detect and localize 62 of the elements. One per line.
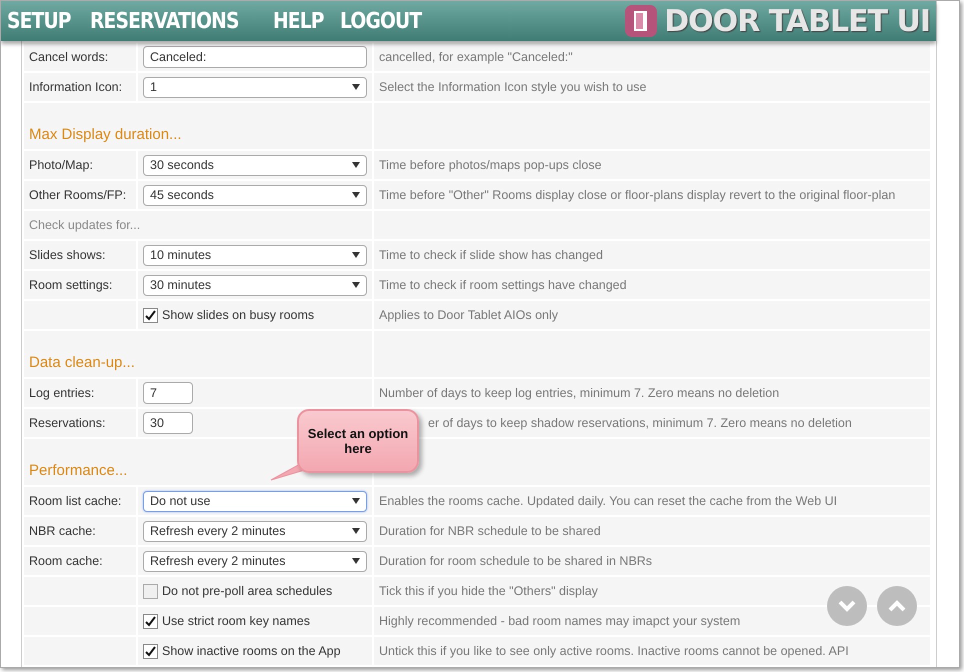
checkbox[interactable] [143,644,158,658]
dropdown[interactable]: 1 [143,76,367,98]
field-label: Log entries: [29,386,94,400]
checkbox[interactable] [143,584,158,598]
field-description: Enables the rooms cache. Updated daily. You can reset the cache from the Web UI [379,494,838,508]
section-subheading: Check updates for... [29,218,140,232]
field-description: cancelled, for example "Canceled:" [379,50,573,64]
section-heading: Data clean-up... [29,354,135,371]
input-field[interactable]: 30 [143,412,193,434]
field-description: Select the Information Icon style you wish to use [379,80,646,94]
dropdown-caret-icon [352,252,360,258]
dropdown[interactable]: 10 minutes [143,244,367,266]
input-field[interactable]: Canceled: [143,46,367,68]
field-description: Untick this if you like to see only active rooms. Inactive rooms cannot be opened. API [379,644,849,658]
dropdown-caret-icon [352,498,360,504]
dropdown-caret-icon [352,558,360,564]
field-description: Tick this if you hide the "Others" display [379,584,598,598]
dropdown[interactable]: 45 seconds [143,184,367,206]
field-description: Time to check if room settings have changed [379,278,627,292]
field-label: Information Icon: [29,80,122,94]
field-description: Highly recommended - bad room names may imapct your system [379,614,740,628]
brand-title: DOOR TABLET UI [664,4,930,38]
section-heading: Performance... [29,462,128,479]
field-label: Reservations: [29,416,106,430]
field-description: Duration for NBR schedule to be shared [379,524,601,538]
dropdown-caret-icon [352,84,360,90]
field-label: NBR cache: [29,524,96,538]
input-field[interactable]: 7 [143,382,193,404]
field-label: Photo/Map: [29,158,93,172]
checkbox-label: Use strict room key names [162,613,310,629]
dropdown[interactable]: Refresh every 2 minutes [143,550,367,572]
field-description: Number of days to keep log entries, minimum 7. Zero means no deletion [379,386,780,400]
chevron-up-icon [888,600,906,612]
field-label: Cancel words: [29,50,108,64]
field-description: Time before photos/maps pop-ups close [379,158,602,172]
chevron-down-icon [838,600,856,612]
callout-tooltip: Select an option here [297,409,419,473]
checkbox[interactable] [143,614,158,628]
section-heading: Max Display duration... [29,126,182,143]
field-label: Slides shows: [29,248,106,262]
dropdown[interactable]: Do not use [143,490,367,512]
dropdown-caret-icon [352,528,360,534]
field-label: Other Rooms/FP: [29,188,126,202]
field-label: Room cache: [29,554,103,568]
field-description: er of days to keep shadow reservations, minimum 7. Zero means no deletion [428,416,852,430]
door-logo-icon [624,4,658,38]
field-description: Duration for room schedule to be shared in NBRs [379,554,652,568]
field-label: Room list cache: [29,494,122,508]
checkbox-label: Do not pre-poll area schedules [162,583,332,599]
checkbox-label: Show slides on busy rooms [162,307,314,323]
dropdown-caret-icon [352,192,360,198]
field-description: Applies to Door Tablet AIOs only [379,308,558,322]
dropdown-caret-icon [352,162,360,168]
dropdown[interactable]: 30 seconds [143,154,367,176]
checkbox-label: Show inactive rooms on the App [162,643,341,659]
field-label: Room settings: [29,278,112,292]
checkbox[interactable] [143,308,158,322]
field-description: Time before "Other" Rooms display close or floor-plans display revert to the original floor-plan [379,188,896,202]
dropdown-caret-icon [352,282,360,288]
dropdown[interactable]: 30 minutes [143,274,367,296]
field-description: Time to check if slide show has changed [379,248,603,262]
dropdown[interactable]: Refresh every 2 minutes [143,520,367,542]
